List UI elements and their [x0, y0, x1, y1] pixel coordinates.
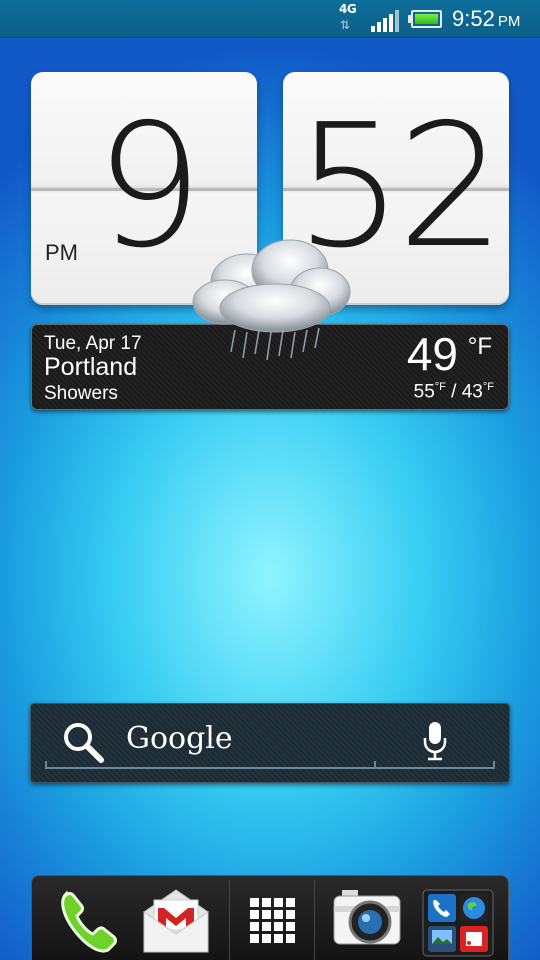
google-search-label[interactable]: Google	[126, 721, 233, 756]
signal-icon	[371, 10, 401, 32]
data-arrows-icon: ⇅	[340, 18, 351, 32]
camera-icon[interactable]	[332, 882, 402, 960]
weather-date: Tue, Apr 17	[44, 333, 142, 354]
app-folder-icon[interactable]	[422, 882, 494, 960]
rain-cloud-icon	[192, 239, 351, 361]
clock-ampm: PM	[45, 240, 78, 265]
network-type-label: 4G	[339, 2, 357, 16]
status-time-value: 9:52	[452, 6, 495, 31]
status-clock: 9:52 PM	[452, 6, 520, 32]
weather-low-unit: °F	[482, 381, 494, 393]
weather-high-low: 55°F / 43°F	[414, 381, 494, 403]
app-dock	[31, 875, 509, 960]
weather-high-unit: °F	[434, 381, 446, 393]
search-icon[interactable]	[61, 720, 105, 764]
weather-condition: Showers	[44, 383, 118, 404]
status-bar[interactable]: 4G ⇅ 9:52 PM	[0, 0, 540, 38]
weather-unit: °F	[467, 333, 492, 360]
folder-grid-icon	[422, 889, 494, 957]
gmail-icon[interactable]	[140, 882, 212, 960]
weather-low: 43	[461, 381, 483, 403]
phone-icon[interactable]	[52, 882, 122, 960]
battery-icon	[408, 10, 442, 28]
all-apps-icon[interactable]	[246, 882, 298, 960]
weather-hilo-separator: /	[451, 381, 457, 403]
weather-high: 55	[413, 381, 435, 403]
google-search-widget[interactable]: Google	[30, 703, 510, 783]
microphone-icon[interactable]	[421, 720, 449, 764]
clock-hour: 9	[95, 88, 203, 286]
weather-temperature: 49	[406, 328, 458, 380]
4g-data-icon: 4G ⇅	[337, 2, 365, 36]
weather-city: Portland	[44, 353, 138, 381]
status-ampm: PM	[497, 13, 521, 30]
